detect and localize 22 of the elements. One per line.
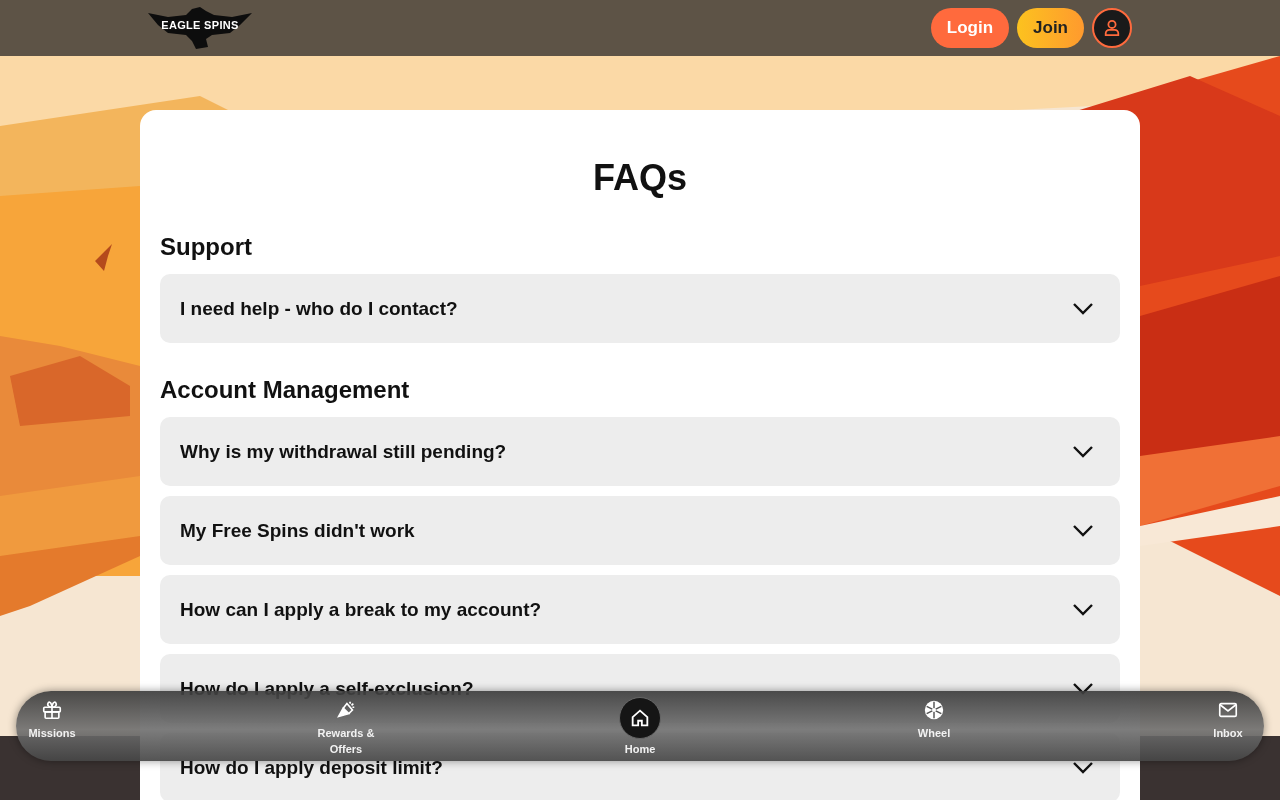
home-icon	[629, 707, 651, 729]
section-heading: Support	[160, 232, 252, 262]
faq-item[interactable]: How can I apply a break to my account?	[160, 575, 1120, 644]
gift-icon	[41, 699, 63, 721]
faq-item[interactable]: My Free Spins didn't work	[160, 496, 1120, 565]
question-text: My Free Spins didn't work	[180, 519, 415, 542]
nav-item[interactable]: Missions	[16, 697, 88, 741]
question-text: How do I apply deposit limit?	[180, 756, 443, 779]
question-text: I need help - who do I contact?	[180, 297, 458, 320]
page-title: FAQs	[593, 156, 687, 200]
faq-item[interactable]: Why is my withdrawal still pending?	[160, 417, 1120, 486]
faq-item[interactable]: I need help - who do I contact?	[160, 274, 1120, 343]
wheel-icon	[923, 699, 945, 721]
user-icon	[1103, 19, 1121, 37]
megaphone-icon	[335, 699, 357, 721]
join-button[interactable]: Join	[1017, 8, 1084, 48]
question-text: Why is my withdrawal still pending?	[180, 440, 507, 463]
account-button[interactable]	[1092, 8, 1132, 48]
question-text: How can I apply a break to my account?	[180, 598, 542, 621]
eagle-icon	[148, 7, 252, 49]
section-heading: Account Management	[160, 375, 410, 405]
nav-item[interactable]: Inbox	[1192, 697, 1264, 741]
